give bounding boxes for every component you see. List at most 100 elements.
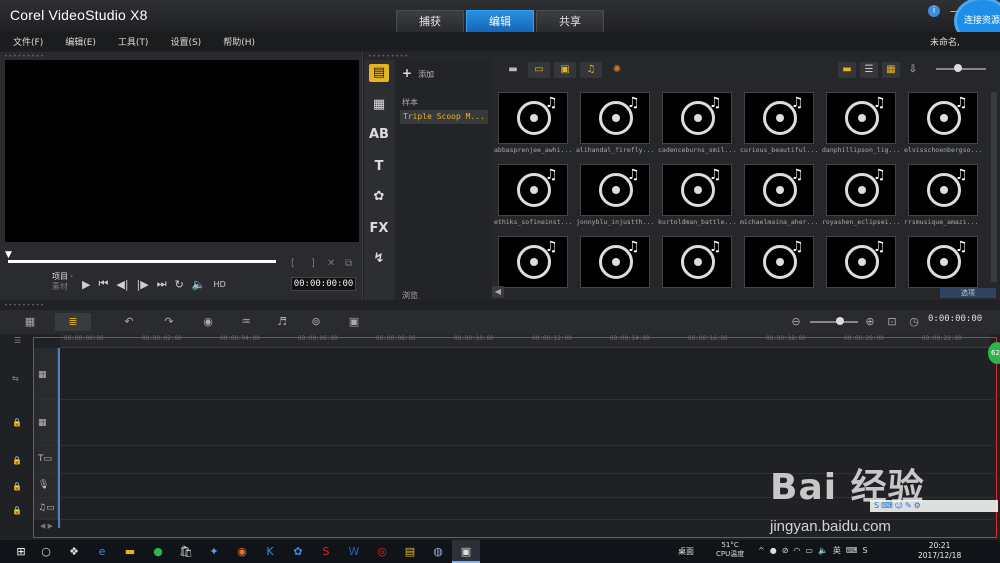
mark-out-icon[interactable]: ] xyxy=(311,258,315,269)
transition-icon[interactable]: AB xyxy=(369,126,389,144)
store-icon[interactable]: 🛍 xyxy=(172,540,200,563)
tab-edit[interactable]: 编辑 xyxy=(466,10,534,32)
timeline-grip-icon[interactable]: ••••••••• xyxy=(4,302,45,309)
timeline-scroll-arrows[interactable]: ◀ ▶ xyxy=(40,522,53,530)
media-thumbnail[interactable]: ♫ kurtoldman_battle... xyxy=(658,164,736,226)
show-video-icon[interactable]: ▭ xyxy=(528,62,550,78)
media-thumbnail[interactable]: ♫ danphillipson_lig... xyxy=(822,92,900,154)
overlay-track[interactable]: ▦ xyxy=(34,400,994,446)
voice-track-icon[interactable]: 🎙 xyxy=(38,480,49,490)
title-track-icon[interactable]: T▭ xyxy=(38,454,52,464)
menu-help[interactable]: 帮助(H) xyxy=(210,32,264,50)
enlarge-icon[interactable]: ⧉ xyxy=(345,258,352,269)
app-icon[interactable]: ◎ xyxy=(368,540,396,563)
path-icon[interactable]: ↯ xyxy=(369,250,389,268)
media-thumbnail[interactable]: ♫ xyxy=(576,236,654,288)
ripple-editing-icon[interactable]: ⇆ xyxy=(12,374,19,383)
music-library-icon[interactable]: ✺ xyxy=(606,62,628,78)
media-thumbnail[interactable]: ♫ xyxy=(740,236,818,288)
media-thumbnail[interactable]: ♫ xyxy=(494,236,572,288)
tray-icon[interactable]: ▭ xyxy=(805,546,818,555)
folder-triple-scoop[interactable]: Triple Scoop M... xyxy=(400,110,488,124)
edge-icon[interactable]: e xyxy=(88,540,116,563)
search-icon[interactable]: ○ xyxy=(32,540,60,563)
zoom-knob[interactable] xyxy=(836,317,844,325)
volume-icon[interactable]: 🔈 xyxy=(192,278,206,291)
lock-icon[interactable]: 🔒 xyxy=(12,506,22,515)
system-clock[interactable]: 20:21 2017/12/18 xyxy=(918,541,961,561)
video-track[interactable]: ▦ xyxy=(34,348,994,400)
app-icon[interactable]: ◍ xyxy=(424,540,452,563)
music-track-icon[interactable]: ♫▭ xyxy=(38,503,55,513)
media-thumbnail[interactable]: ♫ michaelmaina_aher... xyxy=(740,164,818,226)
menu-edit[interactable]: 编辑(E) xyxy=(52,32,105,50)
play-icon[interactable]: ▶ xyxy=(82,278,90,291)
scrubber-bar[interactable] xyxy=(8,260,276,263)
timeline-view-icon[interactable]: ≣ xyxy=(55,313,91,331)
mark-in-icon[interactable]: [ xyxy=(291,258,295,269)
windows-start-icon[interactable]: ⊞ xyxy=(10,540,32,563)
media-thumbnail[interactable]: ♫ cadenceburns_smil... xyxy=(658,92,736,154)
fx-icon[interactable]: FX xyxy=(369,220,389,238)
media-thumbnail[interactable]: ♫ xyxy=(658,236,736,288)
grid-view-icon[interactable]: ▦ xyxy=(882,62,900,78)
home-icon[interactable]: ⏮ xyxy=(98,277,108,291)
add-folder-button[interactable]: + 添加 xyxy=(402,66,434,80)
timeline-ruler[interactable]: 00:00:00:00 00:00:02:00 00:00:04:00 00:00:0… xyxy=(60,334,990,348)
volume-icon[interactable]: 🔈 xyxy=(818,546,833,555)
track-manager-icon[interactable]: ☰ xyxy=(14,336,21,345)
tray-icon[interactable]: ⊘ xyxy=(782,546,794,555)
videostudio-taskbar-icon[interactable]: ▣ xyxy=(452,540,480,563)
ime-indicator[interactable]: 英 xyxy=(833,546,846,555)
sort-icon[interactable]: ⇩ xyxy=(904,62,922,78)
app-icon[interactable]: ▤ xyxy=(396,540,424,563)
mode-selector[interactable]: 项目 · 素材 xyxy=(52,272,73,292)
thumbnail-size-knob[interactable] xyxy=(954,64,962,72)
tray-icon[interactable]: ● xyxy=(770,546,782,555)
project-duration-icon[interactable]: ◷ xyxy=(906,313,922,331)
menu-tools[interactable]: 工具(T) xyxy=(105,32,158,50)
sogou-icon[interactable]: S xyxy=(312,540,340,563)
repeat-icon[interactable]: ↻ xyxy=(175,278,184,291)
lock-icon[interactable]: 🔒 xyxy=(12,482,22,491)
list-view-icon[interactable]: ☰ xyxy=(860,62,878,78)
browse-button[interactable]: 浏览 xyxy=(402,290,418,301)
zoom-slider[interactable] xyxy=(810,321,858,323)
overlay-track-icon[interactable]: ▦ xyxy=(38,418,47,428)
timeline-timecode[interactable]: 0:00:00:00 xyxy=(928,314,982,324)
sample-label[interactable]: 样本 xyxy=(402,97,418,108)
media-thumbnail[interactable]: ♫ xyxy=(904,236,982,288)
zoom-in-icon[interactable]: ⊕ xyxy=(862,313,878,331)
show-audio-icon[interactable]: ♫ xyxy=(580,62,602,78)
media-thumbnail[interactable]: ♫ abbasprenjee_awhi... xyxy=(494,92,572,154)
motion-tracking-icon[interactable]: ⊚ xyxy=(306,313,326,331)
end-icon[interactable]: ⏭ xyxy=(157,277,167,291)
storyboard-view-icon[interactable]: ▦ xyxy=(12,313,48,331)
hd-toggle[interactable]: HD xyxy=(214,280,226,289)
firefox-icon[interactable]: ◉ xyxy=(228,540,256,563)
wifi-icon[interactable]: ◠ xyxy=(793,546,805,555)
redo-icon[interactable]: ↷ xyxy=(160,313,178,331)
menu-file[interactable]: 文件(F) xyxy=(0,32,52,50)
word-icon[interactable]: W xyxy=(340,540,368,563)
library-scrollbar[interactable] xyxy=(991,92,997,282)
next-frame-icon[interactable]: |▶ xyxy=(137,278,149,291)
player-timecode[interactable]: 00:00:00:00 xyxy=(291,277,356,291)
media-thumbnail[interactable]: ♫ curious_beautiful... xyxy=(740,92,818,154)
thumbnail-view-icon[interactable]: ▬ xyxy=(838,62,856,78)
sogou-tray-icon[interactable]: S xyxy=(862,546,872,555)
fit-project-icon[interactable]: ⊡ xyxy=(884,313,900,331)
kugou-icon[interactable]: K xyxy=(256,540,284,563)
scrubber-handle[interactable]: ▼ xyxy=(5,250,14,260)
mode-project-label[interactable]: 项目 · xyxy=(52,272,73,282)
graphic-icon[interactable]: ✿ xyxy=(369,188,389,206)
mode-clip-label[interactable]: 素材 xyxy=(52,282,73,292)
media-category-icon[interactable]: ▤ xyxy=(369,64,389,82)
undo-icon[interactable]: ↶ xyxy=(120,313,138,331)
app-icon[interactable]: ✿ xyxy=(284,540,312,563)
media-thumbnail[interactable]: ♫ rrsmusique_amazi... xyxy=(904,164,982,226)
subtitle-editor-icon[interactable]: ▣ xyxy=(344,313,364,331)
video-track-icon[interactable]: ▦ xyxy=(38,370,47,380)
app-icon[interactable]: ✦ xyxy=(200,540,228,563)
file-explorer-icon[interactable]: ▬ xyxy=(116,540,144,563)
